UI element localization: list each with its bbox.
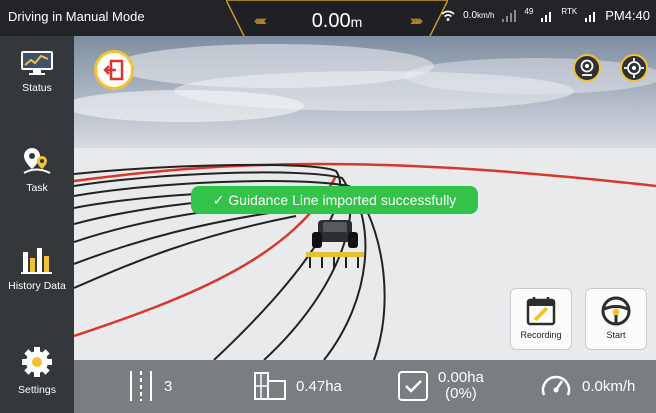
recording-button[interactable]: Recording [510,288,572,350]
network-speed-value: 0.0 [463,10,478,21]
satellite-signal: 49 [524,7,533,16]
network-speed: 0.0km/h [463,10,494,21]
sidebar-item-settings[interactable]: Settings [0,346,74,396]
satellite-signal-bars-icon [541,11,552,22]
steering-wheel-icon [601,296,631,326]
sidebar-item-task-label: Task [26,182,48,194]
recording-calendar-icon [526,297,556,326]
exit-button[interactable] [94,50,134,90]
bottom-metrics-bar: 3 0.47ha 0.00ha (0%) 0.0km/h [74,360,656,413]
sidebar: Status Task History Data Settings [0,36,74,413]
row-lines-icon [130,371,152,401]
field-3d-view[interactable]: ✓ Guidance Line imported successfully Re… [74,36,656,360]
success-toast: ✓ Guidance Line imported successfully [191,186,478,214]
camera-button[interactable] [573,54,601,82]
start-label: Start [606,330,626,340]
wifi-icon [441,10,455,21]
tractor-model [306,220,364,268]
bar-chart-icon [21,248,52,274]
sidebar-item-task[interactable]: Task [0,146,74,194]
locate-button[interactable] [620,54,648,82]
crosshair-icon [624,58,644,78]
map-pin-route-icon [23,148,51,174]
worked-area-check-icon [398,371,428,401]
row-count-value: 3 [164,377,173,395]
sidebar-item-settings-label: Settings [18,384,56,396]
exit-icon [103,59,124,81]
worked-area-metric: 0.00ha (0%) [396,369,484,403]
offset-distance-value: 0.00 [311,10,351,32]
worked-area-value: 0.00ha [438,368,484,386]
sidebar-item-history-label: History Data [8,280,66,292]
speed-value: 0.0km/h [582,377,636,395]
gear-icon [22,347,52,377]
field-area-metric: 0.47ha [252,369,342,403]
driving-mode-label: Driving in Manual Mode [8,9,145,24]
row-count-metric: 3 [126,369,172,403]
webcam-icon [580,59,594,76]
offset-distance-unit: m [350,14,363,30]
speedometer-icon [541,375,571,396]
right-offset-arrows-icon: ›››››› [410,12,423,28]
system-status-icons: 0.0km/h 49 RTK PM4:40 [441,7,650,23]
network-speed-unit: km/h [477,11,495,20]
sidebar-item-status[interactable]: Status [0,50,74,94]
sidebar-item-history-data[interactable]: History Data [0,244,74,292]
field-area-value: 0.47ha [296,377,342,395]
worked-area-percent: (0%) [445,385,477,402]
clock: PM4:40 [605,8,650,23]
speed-metric: 0.0km/h [538,369,635,403]
monitor-chart-icon [21,51,53,75]
satellite-count: 49 [524,7,534,16]
cellular-signal-icon [502,9,517,22]
recording-label: Recording [520,330,562,340]
start-button[interactable]: Start [585,288,647,350]
sidebar-item-status-label: Status [22,82,52,94]
top-status-bar: Driving in Manual Mode ‹‹‹‹‹‹ 0.00m ››››… [0,0,656,45]
field-area-icon [254,372,286,400]
rtk-label: RTK [561,7,578,16]
rtk-signal-bars-icon [585,11,596,22]
